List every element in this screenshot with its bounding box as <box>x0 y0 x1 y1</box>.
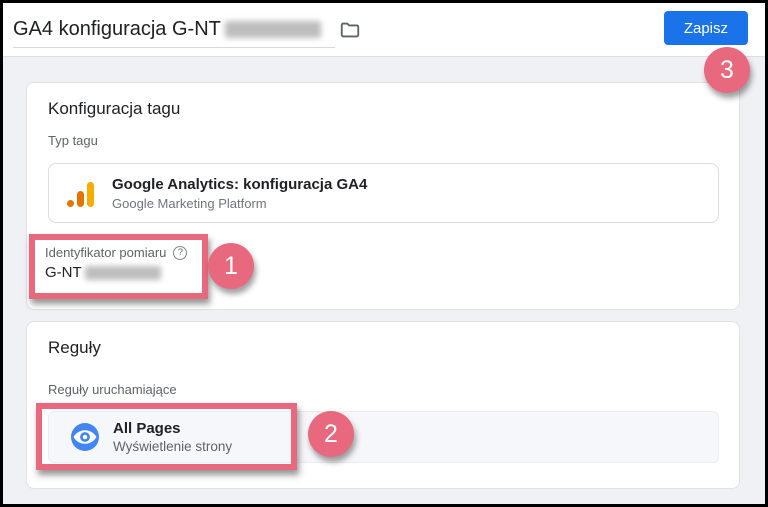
firing-triggers-label: Reguły uruchamiające <box>48 382 177 397</box>
folder-icon[interactable] <box>339 19 361 41</box>
annotation-badge-2: 2 <box>308 411 354 457</box>
tag-type-selector[interactable]: Google Analytics: konfiguracja GA4 Googl… <box>48 163 719 223</box>
redacted-tag-id <box>225 21 321 38</box>
ga-icon-tall-bar <box>87 182 94 207</box>
rules-card: Reguły Reguły uruchamiające All Pages Wy… <box>26 321 740 489</box>
google-analytics-icon <box>64 179 96 207</box>
measurement-id-value-row: G-NT <box>45 264 202 281</box>
help-icon[interactable]: ? <box>173 246 187 260</box>
page-title: GA4 konfiguracja G-NT <box>13 18 221 41</box>
save-button[interactable]: Zapisz <box>664 11 748 45</box>
rules-card-title: Reguły <box>48 338 101 358</box>
tag-type-vendor: Google Marketing Platform <box>112 196 367 211</box>
trigger-row-all-pages[interactable]: All Pages Wyświetlenie strony <box>48 411 719 463</box>
trigger-type: Wyświetlenie strony <box>113 439 232 454</box>
screenshot-frame: GA4 konfiguracja G-NT Zapisz Konfiguracj… <box>0 0 768 507</box>
tag-type-name: Google Analytics: konfiguracja GA4 <box>112 176 367 193</box>
gtm-tag-editor: GA4 konfiguracja G-NT Zapisz Konfiguracj… <box>3 3 765 504</box>
ga-icon-dot <box>67 200 74 207</box>
tag-name-field[interactable]: GA4 konfiguracja G-NT <box>13 12 335 48</box>
header-bar: GA4 konfiguracja G-NT Zapisz <box>3 3 765 57</box>
trigger-name: All Pages <box>113 420 232 437</box>
annotation-badge-1: 1 <box>208 243 254 289</box>
measurement-id-value: G-NT <box>45 264 82 281</box>
tag-type-text: Google Analytics: konfiguracja GA4 Googl… <box>112 176 367 211</box>
tag-type-label: Typ tagu <box>48 133 98 148</box>
tag-card-title: Konfiguracja tagu <box>48 99 180 119</box>
ga-icon-mid-bar <box>77 191 84 207</box>
trigger-text: All Pages Wyświetlenie strony <box>113 420 232 454</box>
annotation-badge-3: 3 <box>704 47 750 93</box>
measurement-id-label-row: Identyfikator pomiaru ? <box>45 245 202 260</box>
redacted-measurement-id <box>85 266 161 280</box>
pageview-eye-icon <box>71 423 99 451</box>
measurement-id-highlight: Identyfikator pomiaru ? G-NT <box>29 234 208 299</box>
measurement-id-label: Identyfikator pomiaru <box>45 245 166 260</box>
